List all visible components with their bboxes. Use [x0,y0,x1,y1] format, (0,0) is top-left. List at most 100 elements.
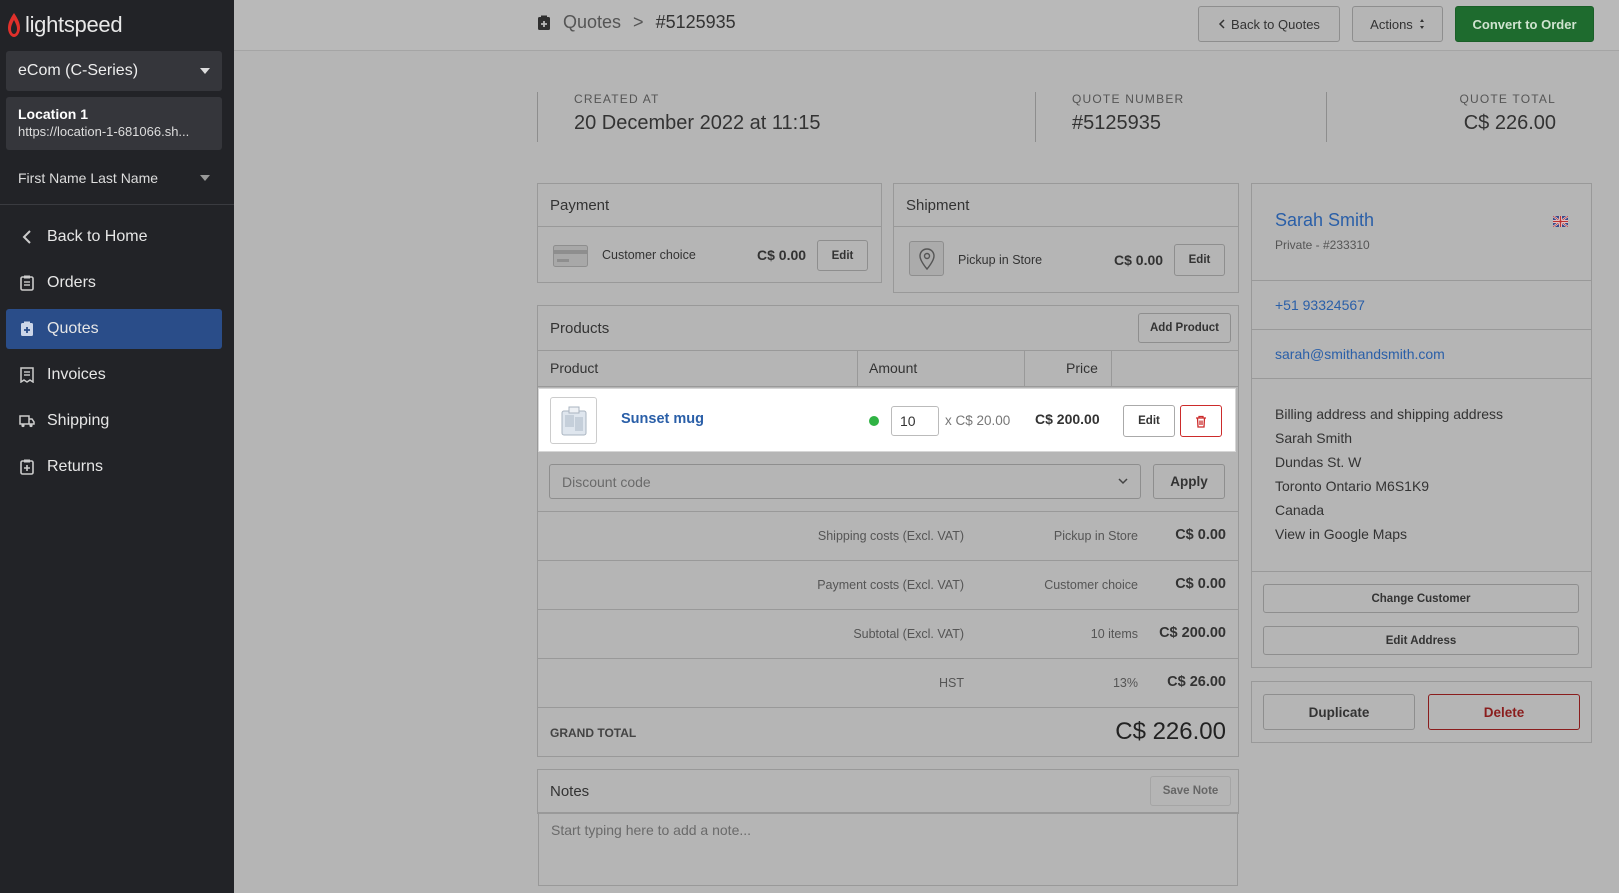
product-name-link[interactable]: Sunset mug [621,411,704,427]
sidebar-item-orders[interactable]: Orders [6,263,222,303]
notes-title: Notes [538,770,1238,813]
payment-title: Payment [538,184,881,227]
customer-email-link[interactable]: sarah@smithandsmith.com [1275,346,1445,362]
totals-label: Shipping costs (Excl. VAT) [817,529,964,543]
discount-code-select[interactable]: Discount code [549,464,1141,499]
notes-panel: Notes Save Note [537,769,1239,814]
created-at-block: CREATED AT 20 December 2022 at 11:15 [574,92,820,142]
totals-row-tax: HST 13% C$ 26.00 [538,658,1238,707]
sidebar-item-label: Back to Home [47,228,148,245]
change-customer-button[interactable]: Change Customer [1263,584,1579,613]
breadcrumb-separator: > [633,12,644,32]
brand-name: lightspeed [25,12,123,37]
sidebar-item-quotes[interactable]: Quotes [6,309,222,349]
customer-name-link[interactable]: Sarah Smith [1275,210,1374,231]
shipment-method: Pickup in Store [958,253,1043,267]
customer-address-section: Billing address and shipping address Sar… [1252,379,1591,572]
sidebar-item-back-to-home[interactable]: Back to Home [6,217,222,257]
back-to-quotes-label: Back to Quotes [1231,16,1320,32]
sort-caret-icon [1419,19,1424,29]
sidebar-item-invoices[interactable]: Invoices [6,355,222,395]
line-price: C$ 200.00 [1035,411,1100,427]
flame-icon [8,13,20,37]
totals-label: HST [939,676,964,690]
quantity-input[interactable] [891,406,939,436]
caret-down-icon [200,175,210,181]
google-maps-link[interactable]: View in Google Maps [1275,522,1568,546]
sidebar-item-label: Shipping [47,412,110,429]
discount-code-placeholder: Discount code [562,473,651,490]
map-pin-icon [909,241,944,276]
back-to-quotes-button[interactable]: Back to Quotes [1198,6,1340,42]
location-card[interactable]: Location 1 https://location-1-681066.sh.… [6,97,222,150]
customer-phone-link[interactable]: +51 93324567 [1275,297,1365,313]
column-header-amount: Amount [869,360,918,376]
note-textarea[interactable]: Start typing here to add a note... [538,813,1238,886]
brand-logo[interactable]: lightspeed [6,12,123,38]
summary-divider [1326,92,1327,142]
summary-divider [1035,92,1036,142]
return-icon [19,459,35,475]
payment-edit-button[interactable]: Edit [817,240,868,271]
products-title: Products [538,306,1238,351]
note-placeholder: Start typing here to add a note... [551,822,752,838]
actions-label: Actions [1370,16,1413,32]
totals-row-subtotal: Subtotal (Excl. VAT) 10 items C$ 200.00 [538,609,1238,658]
row-edit-button[interactable]: Edit [1123,405,1175,437]
apply-discount-button[interactable]: Apply [1153,464,1225,499]
grand-total-value: C$ 226.00 [1115,718,1226,745]
breadcrumb-current: #5125935 [655,12,736,32]
clipboard-icon [19,275,35,291]
store-select[interactable]: eCom (C-Series) [6,51,222,91]
quote-number-value: #5125935 [1072,112,1161,134]
product-image-placeholder-icon [561,406,586,435]
chevron-left-icon [1218,19,1225,29]
payment-amount: C$ 0.00 [757,247,807,263]
convert-to-order-label: Convert to Order [1472,16,1577,32]
address-line: Canada [1275,502,1325,518]
totals-value: C$ 0.00 [1175,527,1226,543]
store-select-value: eCom (C-Series) [18,62,139,79]
location-url: https://location-1-681066.sh... [18,124,190,139]
user-menu[interactable]: First Name Last Name [6,164,222,192]
unit-price: x C$ 20.00 [945,413,1011,428]
grand-total-label: GRAND TOTAL [550,726,637,740]
trash-icon [1196,415,1206,428]
totals-label: Subtotal (Excl. VAT) [853,627,964,641]
product-thumbnail [550,397,597,444]
uk-flag-icon [1553,216,1568,227]
row-delete-button[interactable] [1180,405,1222,437]
invoice-icon [19,367,35,383]
totals-row-payment: Payment costs (Excl. VAT) Customer choic… [538,560,1238,609]
edit-address-button[interactable]: Edit Address [1263,626,1579,655]
shipment-panel: Shipment Pickup in Store C$ 0.00 Edit [893,183,1239,293]
customer-email-section: sarah@smithandsmith.com [1252,330,1591,379]
quote-number-label: QUOTE NUMBER [1072,92,1185,106]
convert-to-order-button[interactable]: Convert to Order [1455,6,1594,42]
breadcrumb: Quotes > #5125935 [537,12,736,33]
address-heading: Billing address and shipping address [1275,406,1504,422]
payment-panel: Payment Customer choice C$ 0.00 Edit [537,183,882,283]
duplicate-button[interactable]: Duplicate [1263,694,1415,730]
add-product-button[interactable]: Add Product [1138,313,1231,343]
delete-button[interactable]: Delete [1428,694,1580,730]
credit-card-icon [553,245,588,267]
sidebar-item-returns[interactable]: Returns [6,447,222,487]
quote-total-block: QUOTE TOTAL C$ 226.00 [1459,92,1556,142]
save-note-button[interactable]: Save Note [1150,776,1231,806]
column-divider [1024,350,1025,387]
breadcrumb-parent[interactable]: Quotes [563,12,621,33]
sidebar-item-shipping[interactable]: Shipping [6,401,222,441]
chevron-down-icon [1118,478,1128,485]
shipment-edit-button[interactable]: Edit [1174,244,1225,276]
actions-button[interactable]: Actions [1352,6,1443,42]
summary-divider [537,92,538,142]
totals-value: C$ 200.00 [1159,625,1226,641]
totals-detail: 13% [1112,676,1138,690]
totals-value: C$ 26.00 [1167,674,1226,690]
quote-icon [19,321,35,337]
quote-total-value: C$ 226.00 [1463,112,1556,134]
quote-number-block: QUOTE NUMBER #5125935 [1072,92,1184,142]
created-at-value: 20 December 2022 at 11:15 [574,112,821,134]
totals-row-shipping: Shipping costs (Excl. VAT) Pickup in Sto… [538,511,1238,560]
